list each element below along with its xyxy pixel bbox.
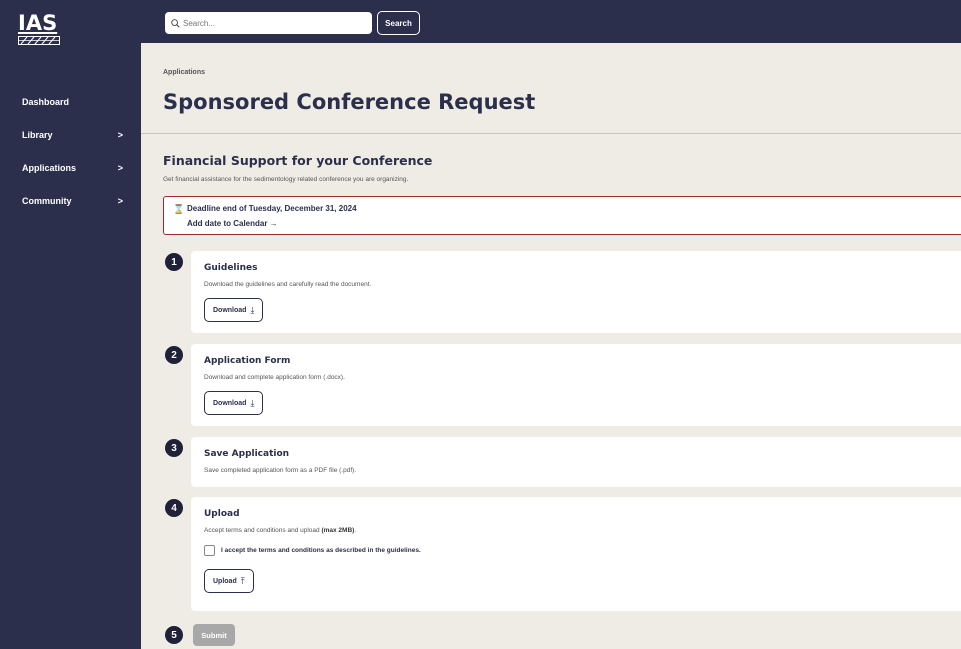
step-title: Guidelines	[204, 263, 258, 273]
chevron-right-icon: >	[117, 195, 123, 206]
top-bar: Search	[141, 0, 961, 43]
hourglass-icon: ⌛	[173, 204, 185, 214]
sidebar-item-label: Dashboard	[22, 96, 70, 107]
divider	[141, 133, 961, 134]
download-guidelines-button[interactable]: Download ⤓	[204, 298, 264, 322]
terms-checkbox-row[interactable]: I accept the terms and conditions as des…	[204, 545, 421, 556]
search-box[interactable]	[165, 12, 372, 34]
sidebar-nav: Dashboard Library > Applications > Commu…	[0, 85, 141, 217]
step-title: Application Form	[204, 356, 291, 366]
logo-text: IAS	[18, 11, 58, 35]
button-label: Download	[213, 306, 247, 314]
upload-button[interactable]: Upload ⤒	[204, 569, 254, 593]
chevron-right-icon: >	[117, 129, 123, 140]
step-description: Accept terms and conditions and upload (…	[204, 527, 357, 534]
sidebar-item-library[interactable]: Library >	[0, 118, 141, 151]
add-to-calendar-link[interactable]: Add date to Calendar →	[187, 219, 278, 228]
section-title: Financial Support for your Conference	[163, 153, 433, 168]
sidebar-item-applications[interactable]: Applications >	[0, 151, 141, 184]
sediment-layers-icon	[18, 36, 60, 45]
section-description: Get financial assistance for the sedimen…	[163, 176, 409, 183]
step-number: 4	[165, 499, 183, 517]
step-title: Upload	[204, 509, 240, 519]
terms-label: I accept the terms and conditions as des…	[221, 547, 421, 554]
step-card-guidelines: Guidelines Download the guidelines and c…	[191, 251, 961, 333]
deadline-notice: ⌛ Deadline end of Tuesday, December 31, …	[163, 196, 961, 235]
button-label: Download	[213, 399, 247, 407]
sidebar-item-dashboard[interactable]: Dashboard	[0, 85, 141, 118]
step-number: 5	[165, 626, 183, 644]
step-card-application-form: Application Form Download and complete a…	[191, 344, 961, 426]
breadcrumb[interactable]: Applications	[163, 69, 205, 76]
step-description: Save completed application form as a PDF…	[204, 467, 357, 474]
search-icon	[171, 18, 180, 28]
submit-button[interactable]: Submit	[193, 624, 235, 646]
sidebar: IAS Dashboard Library > Applications > C…	[0, 0, 141, 649]
sidebar-item-label: Community	[22, 195, 72, 206]
step-number: 3	[165, 439, 183, 457]
chevron-right-icon: >	[117, 162, 123, 173]
step-card-upload: Upload Accept terms and conditions and u…	[191, 497, 961, 611]
search-input[interactable]	[183, 18, 363, 28]
page-title: Sponsored Conference Request	[163, 90, 536, 114]
terms-checkbox[interactable]	[204, 545, 215, 556]
step-description: Download the guidelines and carefully re…	[204, 281, 372, 288]
step-number: 2	[165, 346, 183, 364]
ias-logo[interactable]: IAS	[18, 12, 62, 45]
search-button[interactable]: Search	[377, 11, 420, 35]
step-card-save-application: Save Application Save completed applicat…	[191, 437, 961, 487]
sidebar-item-label: Library	[22, 129, 53, 140]
step-description: Download and complete application form (…	[204, 374, 345, 381]
sidebar-item-community[interactable]: Community >	[0, 184, 141, 217]
step-number: 1	[165, 253, 183, 271]
step-title: Save Application	[204, 449, 290, 459]
deadline-text: Deadline end of Tuesday, December 31, 20…	[187, 204, 357, 213]
download-icon: ⤓	[250, 304, 255, 315]
button-label: Upload	[213, 577, 237, 585]
download-application-form-button[interactable]: Download ⤓	[204, 391, 264, 415]
download-icon: ⤓	[250, 397, 255, 408]
upload-icon: ⤒	[240, 575, 245, 586]
sidebar-item-label: Applications	[22, 162, 77, 173]
